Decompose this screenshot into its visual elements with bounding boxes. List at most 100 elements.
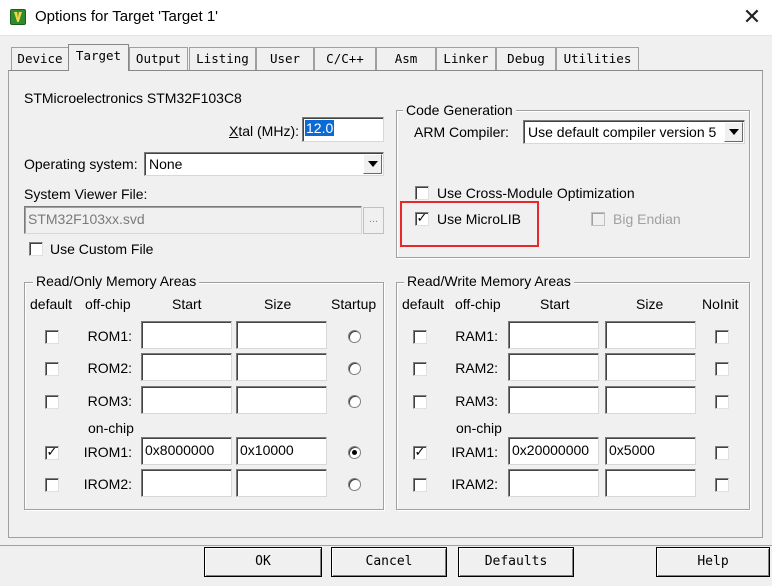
- keil-app-icon: [10, 9, 26, 25]
- os-select[interactable]: None: [144, 152, 384, 176]
- ram-noinit-checkbox[interactable]: [715, 330, 729, 344]
- rom-startup-radio[interactable]: [348, 395, 361, 408]
- ok-button[interactable]: OK: [204, 547, 322, 577]
- ram-start-input[interactable]: [508, 386, 599, 414]
- rom-size-input[interactable]: [236, 386, 327, 414]
- rom-start-input[interactable]: [141, 353, 232, 381]
- device-name: STMicroelectronics STM32F103C8: [24, 90, 242, 106]
- ram-default-checkbox[interactable]: [413, 362, 427, 376]
- rom-row-label: ROM1:: [87, 328, 132, 344]
- help-button[interactable]: Help: [656, 547, 770, 577]
- rom-default-checkbox[interactable]: [45, 395, 59, 409]
- ram-default-checkbox[interactable]: [413, 395, 427, 409]
- tab-output[interactable]: Output: [129, 47, 188, 70]
- svd-label: System Viewer File:: [24, 186, 148, 202]
- ram-noinit-checkbox[interactable]: [715, 395, 729, 409]
- ram-start-input[interactable]: [508, 353, 599, 381]
- xtal-label-rest: tal (MHz):: [238, 123, 300, 139]
- rom-default-checkbox[interactable]: [45, 362, 59, 376]
- ram-size-input[interactable]: 0x5000: [605, 437, 696, 465]
- ram-header-start: Start: [540, 296, 570, 312]
- ram-header-offchip: off-chip: [455, 296, 501, 312]
- ram-size-input[interactable]: [605, 321, 696, 349]
- ram-start-input[interactable]: 0x20000000: [508, 437, 599, 465]
- rom-header-startup: Startup: [331, 296, 377, 312]
- rom-size-input[interactable]: 0x10000: [236, 437, 327, 465]
- svd-input: STM32F103xx.svd: [24, 206, 362, 234]
- ram-default-checkbox[interactable]: [413, 478, 427, 492]
- rom-default-checkbox[interactable]: [45, 330, 59, 344]
- custom-file-checkbox[interactable]: [29, 242, 43, 256]
- ram-size-value: 0x5000: [609, 442, 655, 458]
- rom-group-title: Read/Only Memory Areas: [33, 273, 200, 289]
- ram-header-default: default: [402, 296, 445, 312]
- rom-startup-radio[interactable]: [348, 362, 361, 375]
- rom-size-input[interactable]: [236, 321, 327, 349]
- defaults-button[interactable]: Defaults: [458, 547, 574, 577]
- rom-header-default: default: [30, 296, 73, 312]
- ram-size-input[interactable]: [605, 353, 696, 381]
- window-title: Options for Target 'Target 1': [35, 8, 219, 25]
- ram-row-label: IRAM1:: [451, 444, 498, 460]
- rom-startup-radio[interactable]: [348, 330, 361, 343]
- big-endian-label: Big Endian: [613, 211, 681, 227]
- ram-group-title: Read/Write Memory Areas: [404, 273, 574, 289]
- xtal-label-hotkey: X: [229, 123, 239, 139]
- ram-size-input[interactable]: [605, 469, 696, 497]
- ram-row-label: RAM3:: [455, 393, 498, 409]
- rom-size-input[interactable]: [236, 353, 327, 381]
- rom-start-input[interactable]: [141, 386, 232, 414]
- rom-header-size: Size: [264, 296, 292, 312]
- os-label: Operating system:: [24, 156, 138, 172]
- chevron-down-icon[interactable]: [363, 154, 382, 174]
- rom-default-checkbox[interactable]: [45, 478, 59, 492]
- tab-listing[interactable]: Listing: [189, 47, 256, 70]
- os-value: None: [149, 156, 183, 172]
- compiler-label: ARM Compiler:: [414, 124, 509, 140]
- tab-linker[interactable]: Linker: [436, 47, 496, 70]
- ram-noinit-checkbox[interactable]: [715, 362, 729, 376]
- close-button[interactable]: ✕: [736, 4, 768, 32]
- rom-size-input[interactable]: [236, 469, 327, 497]
- footer-divider: [0, 545, 772, 546]
- rom-start-input[interactable]: [141, 469, 232, 497]
- big-endian-label-prefix: Big: [613, 211, 634, 227]
- tab-device[interactable]: Device: [11, 47, 69, 70]
- rom-row-label: ROM3:: [87, 393, 132, 409]
- ram-start-input[interactable]: [508, 321, 599, 349]
- rom-default-checkbox[interactable]: ✓: [45, 446, 59, 460]
- annotation-highlight-box: [400, 201, 539, 247]
- custom-file-label: Use Custom File: [50, 241, 154, 257]
- chevron-down-icon[interactable]: [724, 122, 743, 142]
- tab-debug[interactable]: Debug: [496, 47, 556, 70]
- ram-default-checkbox[interactable]: [413, 330, 427, 344]
- rom-header-offchip: off-chip: [85, 296, 131, 312]
- big-endian-label-rest: Endian: [633, 211, 681, 227]
- compiler-value: Use default compiler version 5: [528, 124, 717, 140]
- cross-module-checkbox[interactable]: [415, 186, 429, 200]
- tab-user[interactable]: User: [256, 47, 314, 70]
- tab-asm[interactable]: Asm: [376, 47, 436, 70]
- ram-default-checkbox[interactable]: ✓: [413, 446, 427, 460]
- ram-noinit-checkbox[interactable]: [715, 446, 729, 460]
- cancel-button[interactable]: Cancel: [331, 547, 447, 577]
- rom-start-input[interactable]: 0x8000000: [141, 437, 232, 465]
- compiler-select[interactable]: Use default compiler version 5: [523, 120, 745, 144]
- rom-start-input[interactable]: [141, 321, 232, 349]
- ram-size-input[interactable]: [605, 386, 696, 414]
- ram-row-label: RAM1:: [455, 328, 498, 344]
- xtal-input[interactable]: 12.0: [302, 117, 384, 142]
- options-dialog: Options for Target 'Target 1' ✕ Device T…: [0, 0, 772, 586]
- ram-onchip-label: on-chip: [456, 420, 502, 436]
- svd-value: STM32F103xx.svd: [28, 211, 145, 227]
- tab-cc[interactable]: C/C++: [314, 47, 376, 70]
- ram-noinit-checkbox[interactable]: [715, 478, 729, 492]
- ram-start-input[interactable]: [508, 469, 599, 497]
- tab-target[interactable]: Target: [68, 44, 129, 71]
- rom-startup-radio[interactable]: [348, 446, 361, 459]
- rom-row-label: ROM2:: [87, 360, 132, 376]
- rom-startup-radio[interactable]: [348, 478, 361, 491]
- rom-row-label: IROM2:: [83, 476, 132, 492]
- ram-start-value: 0x20000000: [512, 442, 590, 458]
- tab-utilities[interactable]: Utilities: [556, 47, 639, 70]
